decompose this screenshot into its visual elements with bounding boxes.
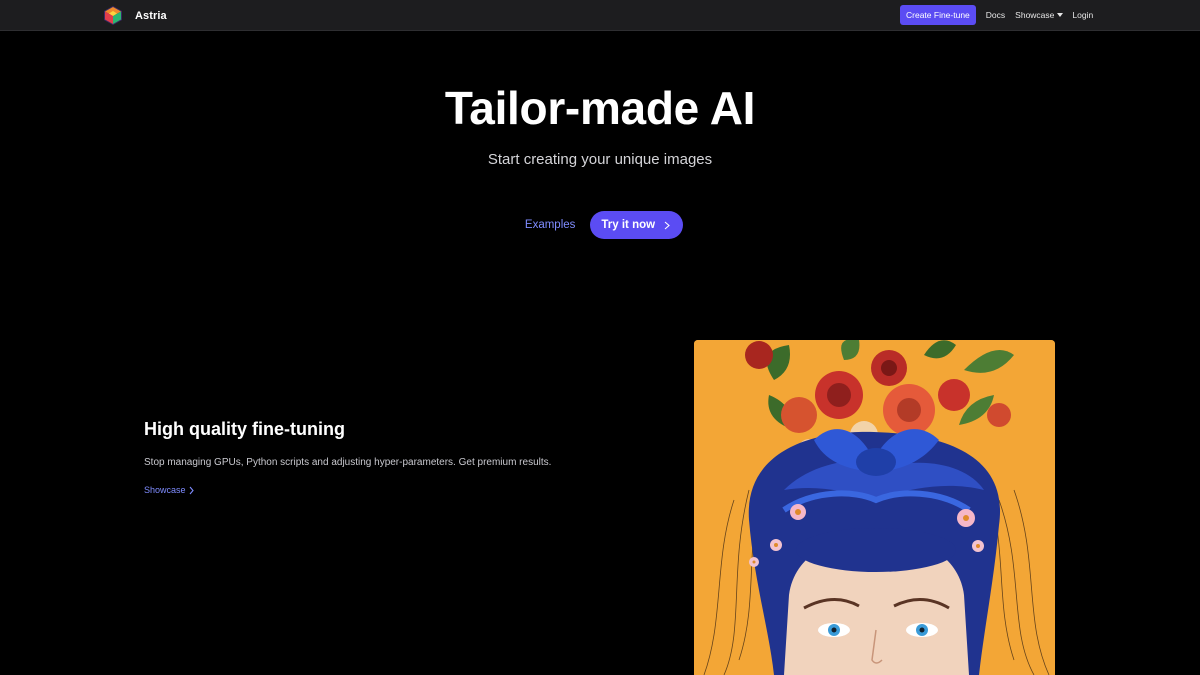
astria-logo-icon: [104, 6, 122, 25]
try-it-now-label: Try it now: [601, 219, 656, 231]
nav-docs-link[interactable]: Docs: [986, 10, 1005, 20]
hero-subtitle: Start creating your unique images: [487, 151, 713, 168]
nav-showcase-dropdown[interactable]: Showcase: [1015, 10, 1064, 20]
nav-menu: Create Fine-tune Docs Showcase Login: [900, 5, 1093, 25]
nav-showcase-label: Showcase: [1015, 10, 1055, 20]
create-fine-tune-button[interactable]: Create Fine-tune: [900, 5, 976, 25]
feature-title: High quality fine-tuning: [144, 419, 345, 439]
brand-link[interactable]: Astria: [102, 5, 167, 26]
chevron-right-icon: [664, 221, 670, 229]
feature-description: Stop managing GPUs, Python scripts and a…: [144, 457, 552, 468]
feature-showcase-link[interactable]: Showcase: [144, 485, 194, 495]
nav-login-link[interactable]: Login: [1072, 10, 1093, 20]
hero-actions: Examples Try it now: [0, 211, 1200, 239]
feature-showcase-label: Showcase: [144, 485, 186, 495]
try-it-now-button[interactable]: Try it now: [590, 211, 684, 239]
face: [784, 528, 969, 675]
navbar: Astria Create Fine-tune Docs Showcase Lo…: [0, 0, 1200, 31]
brand-name: Astria: [135, 9, 167, 22]
showcase-artwork: [694, 340, 1055, 675]
ai-portrait-image: [694, 340, 1055, 675]
examples-link[interactable]: Examples: [525, 219, 576, 231]
chevron-right-icon: [189, 486, 194, 494]
hero-title: Tailor-made AI: [444, 82, 756, 134]
caret-down-icon: [1057, 13, 1064, 17]
